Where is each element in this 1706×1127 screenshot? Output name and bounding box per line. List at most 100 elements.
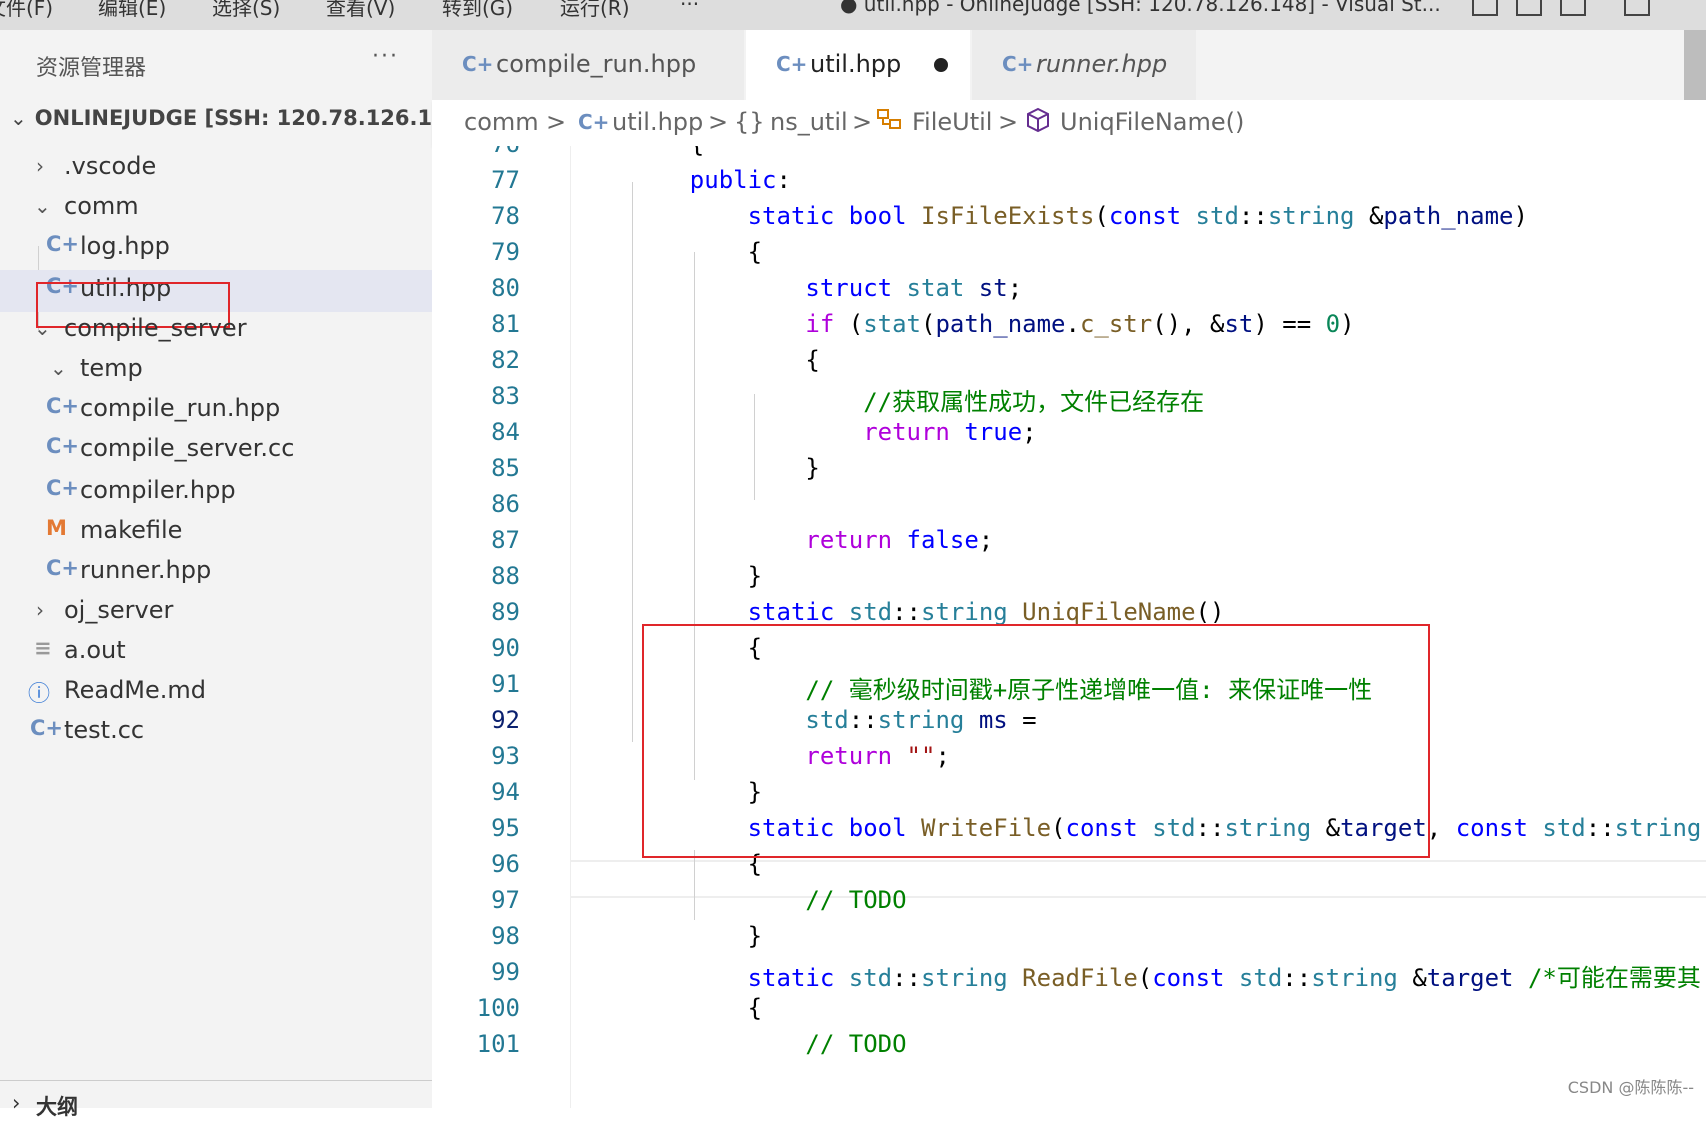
tree-item-label: oj_server <box>64 596 174 624</box>
tree-item-vscode[interactable]: › .vscode <box>0 148 432 190</box>
line-number: 80 <box>491 274 520 302</box>
tab-compile-run-hpp[interactable]: C+ compile_run.hpp <box>432 30 744 100</box>
menu-selection[interactable]: 选择(S) <box>212 0 280 21</box>
workspace-root[interactable]: ⌄ ONLINEJUDGE [SSH: 120.78.126.148] <box>10 106 471 130</box>
braces-icon: {} <box>734 108 765 136</box>
line-number: 87 <box>491 526 520 554</box>
tree-item-a-out[interactable]: ≡ a.out <box>0 632 432 674</box>
menu-bar: 文件(F) 编辑(E) 选择(S) 查看(V) 转到(G) 运行(R) ··· … <box>0 0 1706 30</box>
chevron-down-icon: ⌄ <box>34 194 51 218</box>
line-number: 85 <box>491 454 520 482</box>
tree-item-compile-run-hpp[interactable]: C+ compile_run.hpp <box>0 390 432 432</box>
outline-title: 大纲 <box>36 1095 78 1119</box>
watermark: CSDN @陈陈陈-- <box>1567 1078 1694 1097</box>
tree-item-compile-server-cc[interactable]: C+ compile_server.cc <box>0 430 432 472</box>
breadcrumb-item[interactable]: ns_util <box>770 108 848 136</box>
cpp-file-icon: C+ <box>1002 52 1034 76</box>
menu-edit[interactable]: 编辑(E) <box>98 0 166 21</box>
code-line: if (stat(path_name.c_str(), &st) == 0) <box>805 310 1355 338</box>
code-editor[interactable]: 76 77 78 79 80 81 82 83 84 85 86 87 88 8… <box>432 146 1706 1108</box>
line-number: 95 <box>491 814 520 842</box>
tree-item-compile-server[interactable]: ⌄ compile_server <box>0 310 432 352</box>
tree-item-compiler-hpp[interactable]: C+ compiler.hpp <box>0 472 432 514</box>
outline-section[interactable]: › 大纲 <box>0 1080 432 1127</box>
chevron-right-icon: › <box>36 154 44 178</box>
code-line: } <box>632 562 763 590</box>
code-line: struct stat st; <box>805 274 1023 302</box>
menu-run[interactable]: 运行(R) <box>560 0 630 21</box>
menu-view[interactable]: 查看(V) <box>326 0 395 21</box>
code-line: // TODO <box>805 886 907 914</box>
code-line: public: <box>689 166 791 194</box>
tab-label: compile_run.hpp <box>496 50 697 78</box>
code-line: { <box>632 146 704 158</box>
chevron-right-icon: › <box>36 598 44 622</box>
menu-go[interactable]: 转到(G) <box>442 0 513 21</box>
code-line: static std::string UniqFileName() <box>747 598 1225 626</box>
menu-file[interactable]: 文件(F) <box>0 0 53 21</box>
toggle-sidebar-icon[interactable] <box>1472 0 1498 16</box>
tree-item-label: test.cc <box>64 716 145 744</box>
toggle-secondary-sidebar-icon[interactable] <box>1560 0 1586 16</box>
breadcrumb-separator: > <box>852 108 873 136</box>
breadcrumb-separator: > <box>708 108 729 136</box>
chevron-right-icon: › <box>12 1091 21 1115</box>
code-line: static bool IsFileExists(const std::stri… <box>747 202 1528 230</box>
code-line: // TODO <box>805 1030 907 1058</box>
gutter-divider <box>570 146 571 1108</box>
line-number: 79 <box>491 238 520 266</box>
line-number: 96 <box>491 850 520 878</box>
cpp-file-icon: C+ <box>462 52 494 76</box>
cpp-file-icon: C+ <box>776 52 808 76</box>
code-line: return true; <box>863 418 1037 446</box>
toggle-panel-icon[interactable] <box>1516 0 1542 16</box>
line-number: 78 <box>491 202 520 230</box>
breadcrumb-item[interactable]: comm <box>464 108 539 136</box>
line-number: 91 <box>491 670 520 698</box>
chevron-down-icon: ⌄ <box>50 356 67 380</box>
tree-item-label: compile_server.cc <box>80 434 295 462</box>
line-number: 83 <box>491 382 520 410</box>
line-number: 101 <box>476 1030 520 1058</box>
line-number: 99 <box>491 958 520 986</box>
window-title: ● util.hpp - OnlineJudge [SSH: 120.78.12… <box>840 0 1441 16</box>
breadcrumb-item[interactable]: FileUtil <box>912 108 992 136</box>
tree-item-label: a.out <box>64 636 126 664</box>
unsaved-dot-icon[interactable] <box>934 58 948 72</box>
tree-item-label: makefile <box>80 516 183 544</box>
tree-item-makefile[interactable]: M makefile <box>0 512 432 554</box>
line-number: 82 <box>491 346 520 374</box>
info-icon: ⓘ <box>28 682 51 707</box>
breadcrumb-item[interactable]: util.hpp <box>612 108 703 136</box>
cpp-file-icon: C+ <box>578 110 610 134</box>
tree-item-test-cc[interactable]: C+ test.cc <box>0 712 432 754</box>
customize-layout-icon[interactable] <box>1624 0 1650 16</box>
line-number: 81 <box>491 310 520 338</box>
tree-item-label: log.hpp <box>80 232 170 260</box>
editor-tabs: C+ compile_run.hpp C+ util.hpp C+ runner… <box>432 30 1706 100</box>
line-number: 86 <box>491 490 520 518</box>
line-number: 92 <box>491 706 520 734</box>
tree-item-runner-hpp[interactable]: C+ runner.hpp <box>0 552 432 594</box>
breadcrumb-separator: > <box>998 108 1019 136</box>
tree-item-comm[interactable]: ⌄ comm <box>0 188 432 230</box>
explorer-more-actions-icon[interactable]: ··· <box>372 44 399 69</box>
tree-item-label: runner.hpp <box>80 556 212 584</box>
cpp-file-icon: C+ <box>46 556 80 580</box>
cpp-file-icon: C+ <box>30 716 64 740</box>
tab-util-hpp[interactable]: C+ util.hpp <box>746 30 970 100</box>
code-line: return false; <box>805 526 994 554</box>
tree-item-temp[interactable]: ⌄ temp <box>0 350 432 392</box>
annotation-highlight-box <box>642 624 1430 858</box>
breadcrumb-item[interactable]: UniqFileName() <box>1060 108 1244 136</box>
cpp-file-icon: C+ <box>46 434 80 458</box>
line-number: 76 <box>432 146 520 158</box>
cpp-file-icon: C+ <box>46 232 80 256</box>
tab-runner-hpp[interactable]: C+ runner.hpp <box>972 30 1196 100</box>
tree-item-log-hpp[interactable]: C+ log.hpp <box>0 228 432 270</box>
tree-item-oj-server[interactable]: › oj_server <box>0 592 432 634</box>
line-number: 88 <box>491 562 520 590</box>
code-line: } <box>632 922 763 950</box>
tree-item-readme-md[interactable]: ⓘ ReadMe.md <box>0 672 432 714</box>
menu-more[interactable]: ··· <box>680 0 699 16</box>
